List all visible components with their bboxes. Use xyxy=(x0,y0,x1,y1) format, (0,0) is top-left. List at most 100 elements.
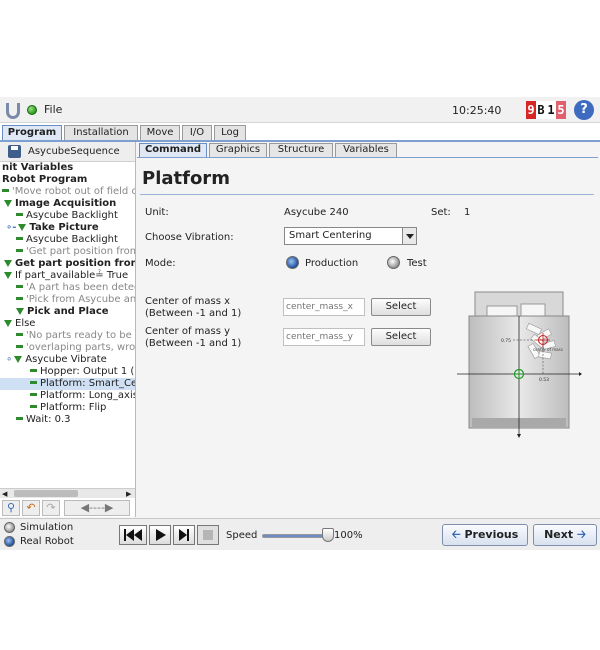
select-x-button[interactable]: Select xyxy=(371,298,431,316)
tree-node[interactable]: Wait: 0.3 xyxy=(16,414,71,426)
simulation-label[interactable]: Simulation xyxy=(20,522,73,533)
program-tree-panel: AsycubeSequence nit Variables Robot Prog… xyxy=(0,142,136,517)
scroll-right-icon[interactable]: ▶ xyxy=(126,490,131,498)
next-label: Next xyxy=(544,528,574,541)
real-robot-label[interactable]: Real Robot xyxy=(20,536,74,547)
scrollbar-thumb[interactable] xyxy=(14,490,78,497)
tree-node-label: 'overlaping parts, wron xyxy=(26,342,136,353)
mode-test-label[interactable]: Test xyxy=(407,258,427,269)
tree-node[interactable]: 'A part has been detec xyxy=(16,282,135,294)
tree-node[interactable]: Image Acquisition xyxy=(4,198,116,210)
tree-node-label: Platform: Smart_Cer xyxy=(40,378,136,389)
previous-button[interactable]: 🡠 Previous xyxy=(442,524,528,546)
tab-move[interactable]: Move xyxy=(140,125,180,140)
expand-triangle-icon xyxy=(4,200,12,207)
next-button[interactable]: Next 🡢 xyxy=(533,524,597,546)
tree-node-label: Wait: 0.3 xyxy=(26,414,71,425)
expand-triangle-icon xyxy=(14,356,23,363)
mode-production-label[interactable]: Production xyxy=(305,258,358,269)
save-icon[interactable] xyxy=(8,145,21,158)
chevron-down-icon[interactable] xyxy=(402,228,416,244)
speed-slider-handle[interactable] xyxy=(322,528,334,542)
rewind-button[interactable] xyxy=(119,525,147,545)
tree-node[interactable]: If part_available≟ True xyxy=(4,270,128,282)
redo-icon[interactable]: ↷ xyxy=(42,500,60,516)
tree-horizontal-scrollbar[interactable]: ◀ ▶ xyxy=(0,488,135,498)
tree-node[interactable]: 'No parts ready to be p xyxy=(16,330,135,342)
mode-production-radio[interactable] xyxy=(286,256,299,269)
real-robot-radio[interactable] xyxy=(4,536,15,547)
tree-node[interactable]: ∘- Take Picture xyxy=(6,222,99,234)
move-node-icon[interactable]: ◀----▶ xyxy=(64,500,130,516)
tab-variables[interactable]: Variables xyxy=(335,143,397,157)
line-icon xyxy=(16,213,23,216)
play-button[interactable] xyxy=(149,525,171,545)
y-marker-label: 0.75 xyxy=(501,338,511,344)
tab-log[interactable]: Log xyxy=(214,125,246,140)
tree-node[interactable]: 'Get part position from xyxy=(16,246,135,258)
tree-node[interactable]: 'overlaping parts, wron xyxy=(16,342,136,354)
tree-node-label: Hopper: Output 1 (S xyxy=(40,366,136,377)
step-forward-icon xyxy=(179,529,189,541)
search-icon[interactable]: ⚲ xyxy=(2,500,20,516)
set-value: 1 xyxy=(464,207,471,218)
tree-node[interactable]: Pick and Place xyxy=(16,306,109,318)
robot-status-icon xyxy=(27,105,37,115)
simulation-radio[interactable] xyxy=(4,522,15,533)
tree-node[interactable]: Get part position from xyxy=(4,258,135,270)
tree-node[interactable]: Asycube Backlight xyxy=(16,234,118,246)
command-panel: Platform Unit: Asycube 240 Set: 1 Choose… xyxy=(137,157,598,517)
tab-graphics[interactable]: Graphics xyxy=(209,143,267,157)
vibration-label: Choose Vibration: xyxy=(145,232,234,243)
line-icon xyxy=(16,285,23,288)
vibration-select[interactable]: Smart Centering xyxy=(284,227,417,245)
tree-node[interactable]: 'Move robot out of field of xyxy=(2,186,135,198)
unit-value: Asycube 240 xyxy=(284,207,349,218)
line-icon xyxy=(2,189,9,192)
com-y-range-line: (Between -1 and 1) xyxy=(145,338,242,349)
file-menu[interactable]: File xyxy=(44,103,62,116)
help-icon[interactable]: ? xyxy=(574,100,594,120)
previous-label: Previous xyxy=(464,528,519,541)
tree-node-label: If part_available≟ True xyxy=(15,270,129,281)
arrow-left-icon: 🡠 xyxy=(451,528,461,541)
title-divider xyxy=(140,194,594,195)
play-icon xyxy=(156,529,166,541)
tab-program[interactable]: Program xyxy=(2,125,62,140)
tree-node[interactable]: nit Variables xyxy=(2,162,73,174)
scroll-left-icon[interactable]: ◀ xyxy=(2,490,7,498)
stop-button[interactable] xyxy=(197,525,219,545)
tree-node-selected[interactable]: Platform: Smart_Cer xyxy=(0,378,136,390)
speed-slider[interactable] xyxy=(262,534,330,538)
line-icon xyxy=(16,249,23,252)
step-button[interactable] xyxy=(173,525,195,545)
speed-value: 100% xyxy=(334,530,363,541)
center-mass-x-input[interactable] xyxy=(283,298,365,316)
com-x-range-line: (Between -1 and 1) xyxy=(145,308,242,319)
tree-node[interactable]: Else xyxy=(4,318,35,330)
expand-triangle-icon xyxy=(18,224,27,231)
tree-node[interactable]: Platform: Long_axis_ xyxy=(30,390,135,402)
mode-label: Mode: xyxy=(145,258,176,269)
line-icon xyxy=(16,237,23,240)
undo-icon[interactable]: ↶ xyxy=(22,500,40,516)
tree-node[interactable]: Hopper: Output 1 (S xyxy=(30,366,136,378)
select-y-button[interactable]: Select xyxy=(371,328,431,346)
line-icon xyxy=(30,381,37,384)
tree-node[interactable]: Asycube Backlight xyxy=(16,210,118,222)
tab-installation[interactable]: Installation xyxy=(64,125,138,140)
tree-node[interactable]: Platform: Flip xyxy=(30,402,106,414)
tree-node[interactable]: Robot Program xyxy=(2,174,87,186)
mode-test-radio[interactable] xyxy=(387,256,400,269)
tree-node[interactable]: ∘ Asycube Vibrate xyxy=(6,354,107,366)
tab-structure[interactable]: Structure xyxy=(269,143,333,157)
clock: 10:25:40 xyxy=(452,104,502,117)
tab-command[interactable]: Command xyxy=(139,143,207,157)
tree-node-label: Platform: Flip xyxy=(40,402,107,413)
tree-node[interactable]: 'Pick from Asycube and xyxy=(16,294,135,306)
speed-slider-fill xyxy=(263,535,329,537)
x-axis-arrow-icon xyxy=(579,372,582,376)
line-icon xyxy=(30,369,37,372)
center-mass-y-input[interactable] xyxy=(283,328,365,346)
tab-io[interactable]: I/O xyxy=(182,125,212,140)
